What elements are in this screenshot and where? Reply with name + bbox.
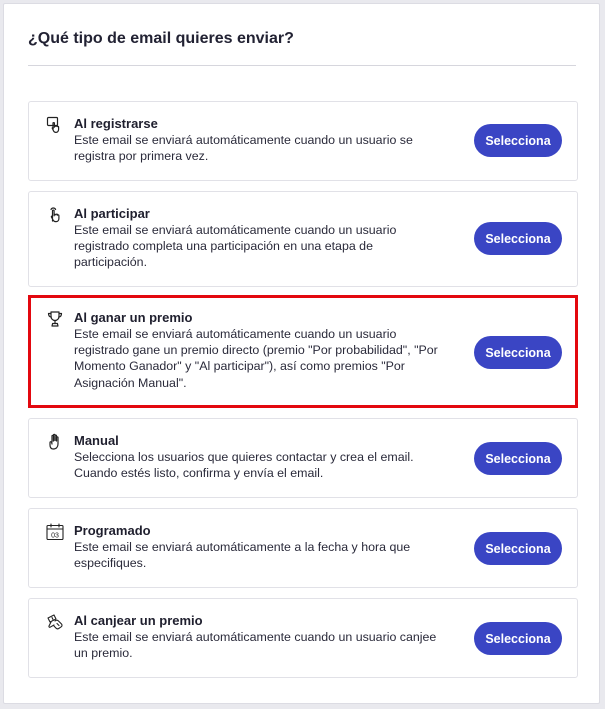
select-button-participate[interactable]: Selecciona [474,222,562,255]
calendar-icon: 03 [46,523,64,541]
option-card-participate: Al participar Este email se enviará auto… [28,191,578,287]
option-title: Al participar [74,206,150,221]
option-card-manual: Manual Selecciona los usuarios que quier… [28,418,578,498]
option-title: Programado [74,523,151,538]
option-description: Este email se enviará automáticamente cu… [74,327,438,390]
option-title: Manual [74,433,119,448]
select-button-scheduled[interactable]: Selecciona [474,532,562,565]
divider [28,65,576,66]
option-description: Este email se enviará automáticamente cu… [74,223,397,270]
option-title: Al registrarse [74,116,158,131]
hand-icon [46,433,64,451]
option-card-scheduled: 03 Programado Este email se enviará auto… [28,508,578,588]
email-type-panel: ¿Qué tipo de email quieres enviar? Al re… [3,3,600,704]
page-title: ¿Qué tipo de email quieres enviar? [28,30,294,47]
trophy-icon [46,310,64,328]
option-description: Este email se enviará automáticamente cu… [74,630,437,661]
select-button-redeem-prize[interactable]: Selecciona [474,622,562,655]
option-card-redeem-prize: Al canjear un premio Este email se envia… [28,598,578,678]
select-button-manual[interactable]: Selecciona [474,442,562,475]
option-card-register: Al registrarse Este email se enviará aut… [28,101,578,181]
option-description: Este email se enviará automáticamente cu… [74,133,413,164]
svg-text:03: 03 [51,532,59,539]
select-button-win-prize[interactable]: Selecciona [474,336,562,369]
redeem-icon [46,613,64,631]
option-description: Selecciona los usuarios que quieres cont… [74,450,414,481]
option-title: Al canjear un premio [74,613,203,628]
select-button-register[interactable]: Selecciona [474,124,562,157]
option-card-win-prize: Al ganar un premio Este email se enviará… [28,295,578,408]
register-icon [46,116,64,134]
option-title: Al ganar un premio [74,310,193,325]
touch-icon [46,206,64,224]
option-description: Este email se enviará automáticamente a … [74,540,411,571]
